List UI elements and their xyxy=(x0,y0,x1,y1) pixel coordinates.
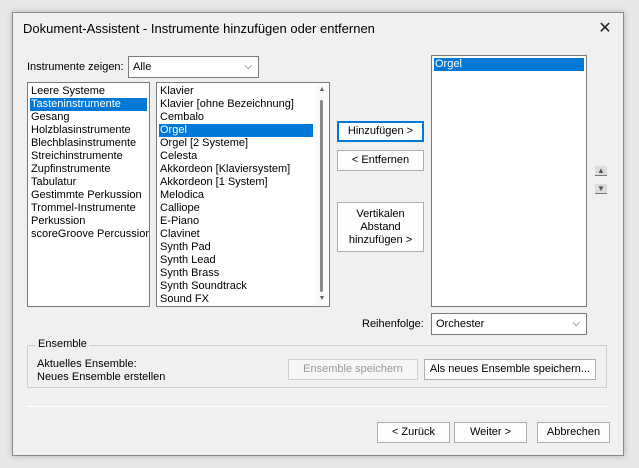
filter-combo[interactable]: Alle ⌵ xyxy=(128,56,259,78)
category-list-item[interactable]: Gesang xyxy=(30,111,147,124)
category-list-item[interactable]: Zupfinstrumente xyxy=(30,163,147,176)
add-button[interactable]: Hinzufügen > xyxy=(337,121,424,142)
category-list-item[interactable]: Gestimmte Perkussion xyxy=(30,189,147,202)
title-bar: Dokument-Assistent - Instrumente hinzufü… xyxy=(13,13,623,43)
category-list-item[interactable]: Blechblasinstrumente xyxy=(30,137,147,150)
chevron-down-icon: ⌵ xyxy=(244,61,252,72)
cancel-button[interactable]: Abbrechen xyxy=(537,422,610,443)
category-list-item[interactable]: Perkussion xyxy=(30,215,147,228)
instrument-list-item[interactable]: Calliope xyxy=(159,202,313,215)
window-title: Dokument-Assistent - Instrumente hinzufü… xyxy=(23,21,375,36)
instrument-list-item[interactable]: Clavinet xyxy=(159,228,313,241)
instrument-list-scrollbar[interactable]: ▲ ▼ xyxy=(316,84,328,305)
filter-combo-value: Alle xyxy=(133,61,152,73)
ensemble-group-title: Ensemble xyxy=(36,338,89,350)
arrow-up-icon[interactable]: ▲ xyxy=(595,166,607,176)
instrument-list-item[interactable]: Melodica xyxy=(159,189,313,202)
category-list-item[interactable]: Trommel-Instrumente xyxy=(30,202,147,215)
current-ensemble-label: Aktuelles Ensemble: xyxy=(37,358,137,370)
next-button[interactable]: Weiter > xyxy=(454,422,527,443)
selected-instruments-list[interactable]: Orgel xyxy=(431,55,587,307)
instrument-list-item[interactable]: Akkordeon [1 System] xyxy=(159,176,313,189)
instrument-list-item[interactable]: Orgel xyxy=(159,124,313,137)
category-list-item[interactable]: Streichinstrumente xyxy=(30,150,147,163)
instrument-list-item[interactable]: Sound FX xyxy=(159,293,313,306)
selected-list-item[interactable]: Orgel xyxy=(434,58,584,71)
chevron-down-icon: ⌵ xyxy=(572,318,580,329)
instrument-list-item[interactable]: Akkordeon [Klaviersystem] xyxy=(159,163,313,176)
instrument-list-item[interactable]: Celesta xyxy=(159,150,313,163)
add-spacing-label-line1: Vertikalen xyxy=(356,207,405,220)
category-list-item[interactable]: Holzblasinstrumente xyxy=(30,124,147,137)
order-combo[interactable]: Orchester ⌵ xyxy=(431,313,587,335)
order-label: Reihenfolge: xyxy=(362,318,424,330)
instrument-list-item[interactable]: Orgel [2 Systeme] xyxy=(159,137,313,150)
add-spacing-label-line3: hinzufügen > xyxy=(348,233,413,246)
instrument-list-item[interactable]: Synth Pad xyxy=(159,241,313,254)
instrument-list-item[interactable]: Synth Brass xyxy=(159,267,313,280)
instrument-list-item[interactable]: Klavier [ohne Bezeichnung] xyxy=(159,98,313,111)
instrument-list[interactable]: Klavier Klavier [ohne Bezeichnung] Cembalo… xyxy=(156,82,330,307)
close-icon: ✕ xyxy=(598,20,612,37)
instrument-list-item[interactable]: Klavier xyxy=(159,85,313,98)
category-list-item[interactable]: Tasteninstrumente xyxy=(30,98,147,111)
category-list[interactable]: Leere Systeme Tasteninstrumente Gesang Holz… xyxy=(27,82,150,307)
footer-separator xyxy=(27,406,609,407)
scroll-thumb[interactable] xyxy=(320,100,323,292)
save-ensemble-button[interactable]: Ensemble speichern xyxy=(288,359,418,380)
scroll-down-icon[interactable]: ▼ xyxy=(317,294,327,304)
close-button[interactable]: ✕ xyxy=(591,16,619,40)
back-button[interactable]: < Zurück xyxy=(377,422,450,443)
order-combo-value: Orchester xyxy=(436,318,485,330)
instrument-list-item[interactable]: E-Piano xyxy=(159,215,313,228)
save-as-new-ensemble-button[interactable]: Als neues Ensemble speichern... xyxy=(424,359,596,380)
filter-label: Instrumente zeigen: xyxy=(27,61,124,73)
instrument-list-item[interactable]: Cembalo xyxy=(159,111,313,124)
category-list-item[interactable]: Leere Systeme xyxy=(30,85,147,98)
dialog-window: Dokument-Assistent - Instrumente hinzufü… xyxy=(12,12,624,456)
new-ensemble-label: Neues Ensemble erstellen xyxy=(37,371,166,383)
instrument-list-item[interactable]: Synth Soundtrack xyxy=(159,280,313,293)
remove-button[interactable]: < Entfernen xyxy=(337,150,424,171)
category-list-item[interactable]: scoreGroove Percussion xyxy=(30,228,149,241)
instrument-list-item[interactable]: Synth Lead xyxy=(159,254,313,267)
arrow-down-icon[interactable]: ▼ xyxy=(595,184,607,194)
add-spacing-label-line2: Abstand xyxy=(360,220,401,233)
category-list-item[interactable]: Tabulatur xyxy=(30,176,147,189)
scroll-up-icon[interactable]: ▲ xyxy=(317,85,327,95)
add-spacing-button[interactable]: Vertikalen Abstand hinzufügen > xyxy=(337,202,424,252)
